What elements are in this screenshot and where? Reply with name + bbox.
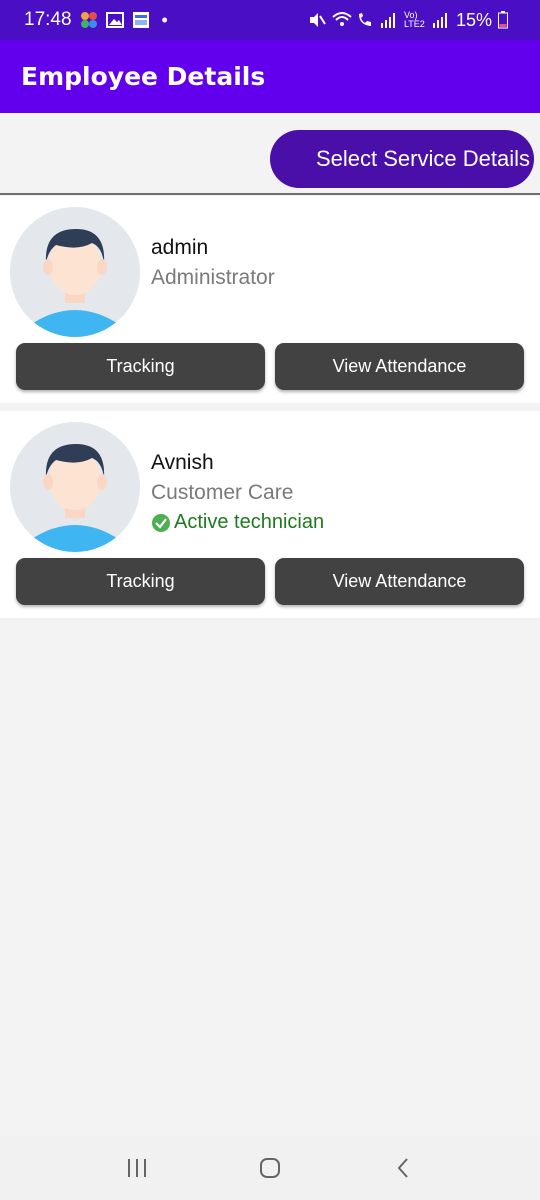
avatar: [10, 422, 140, 552]
employee-name: Avnish: [151, 451, 214, 474]
mute-icon: [308, 11, 326, 29]
employee-name: admin: [151, 236, 209, 259]
call-icon: [356, 11, 374, 29]
battery-percent: 15%: [455, 9, 492, 30]
signal-icon: [432, 11, 450, 29]
gallery-icon: [105, 11, 124, 29]
view-attendance-button[interactable]: View Attendance: [275, 558, 524, 605]
signal-icon: [380, 11, 398, 29]
network-label: Vo) LTE2: [403, 10, 425, 29]
status-left: 17:48 •: [24, 9, 168, 31]
recents-icon[interactable]: [112, 1148, 162, 1188]
status-bar: 17:48 • Vo) LTE2 15%: [0, 0, 540, 40]
employee-role: Administrator: [151, 266, 275, 289]
system-nav-bar: [0, 1136, 540, 1200]
status-time: 17:48: [24, 9, 72, 30]
battery-icon: [498, 11, 516, 29]
app-icon: [132, 11, 150, 29]
status-right: Vo) LTE2 15%: [308, 10, 516, 31]
home-icon[interactable]: [245, 1148, 295, 1188]
status-text: Active technician: [174, 511, 325, 533]
app-pinwheel-icon: [80, 11, 98, 29]
status-badge: Active technician: [151, 511, 324, 534]
check-circle-icon: [151, 513, 171, 533]
app-bar: Employee Details: [0, 40, 540, 113]
page-title: Employee Details: [21, 62, 266, 91]
view-attendance-button[interactable]: View Attendance: [275, 343, 524, 390]
employee-card: admin Administrator Tracking View Attend…: [0, 196, 540, 403]
tracking-button[interactable]: Tracking: [16, 558, 265, 605]
person-avatar-icon: [10, 207, 140, 337]
select-service-details-button[interactable]: Select Service Details: [270, 130, 534, 188]
avatar: [10, 207, 140, 337]
employee-role: Customer Care: [151, 481, 294, 504]
person-avatar-icon: [10, 422, 140, 552]
notification-dot-icon: •: [161, 9, 168, 30]
back-icon[interactable]: [378, 1148, 428, 1188]
wifi-icon: [332, 11, 352, 29]
employee-card: Avnish Customer Care Active technician T…: [0, 411, 540, 618]
service-row: Select Service Details: [0, 113, 540, 195]
tracking-button[interactable]: Tracking: [16, 343, 265, 390]
